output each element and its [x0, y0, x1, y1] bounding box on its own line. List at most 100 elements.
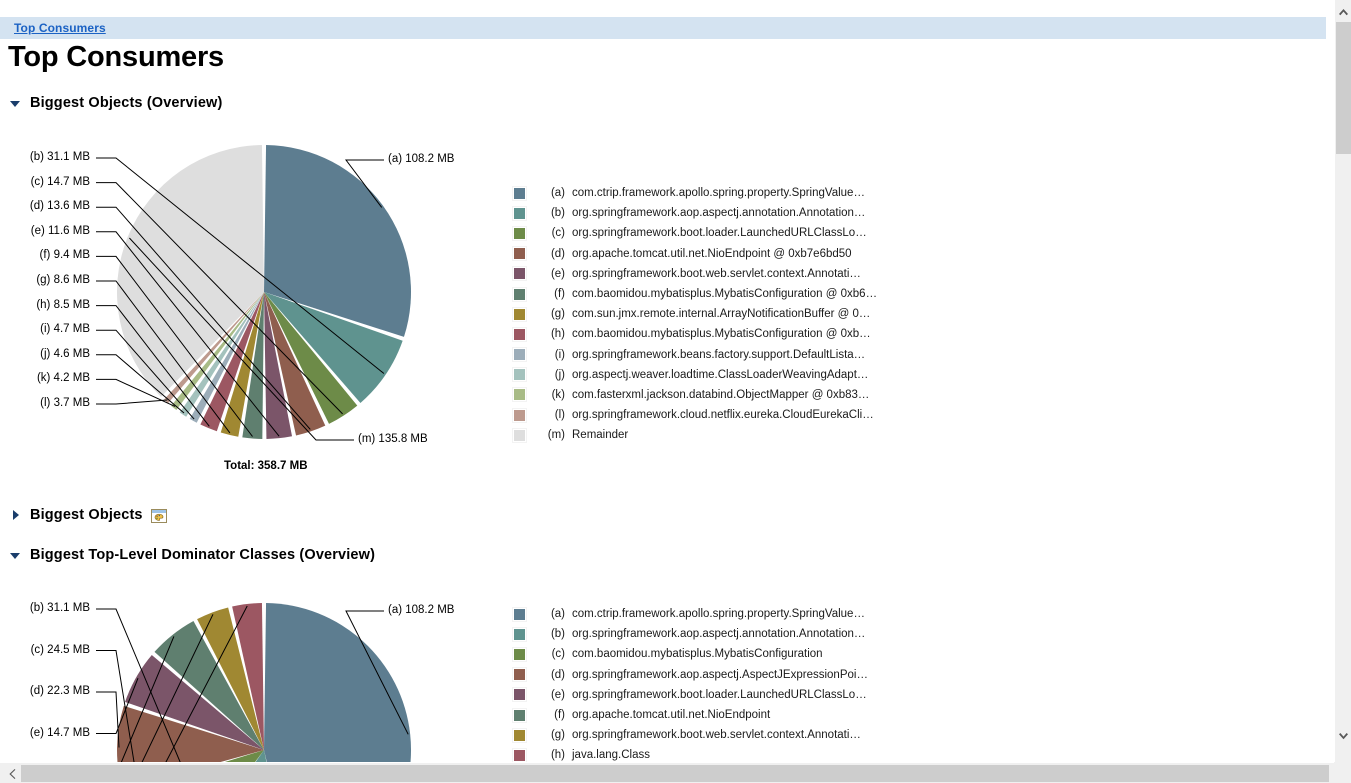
legend-key: (e) — [550, 267, 565, 280]
legend-item[interactable]: (c) org.springframework.boot.loader.Launc… — [512, 223, 877, 243]
legend-color-swatch — [512, 246, 527, 262]
legend-label: org.apache.tomcat.util.net.NioEndpoint @… — [572, 247, 852, 260]
legend-item[interactable]: (f) com.baomidou.mybatisplus.MybatisConfi… — [512, 284, 877, 304]
legend-label: com.sun.jmx.remote.internal.ArrayNotific… — [572, 308, 871, 321]
legend-item[interactable]: (i) org.springframework.beans.factory.sup… — [512, 345, 877, 365]
chevron-down-icon[interactable] — [8, 548, 22, 562]
breadcrumb-link-top-consumers[interactable]: Top Consumers — [14, 21, 106, 35]
section-header-biggest-top-level-dominator-classes-overview[interactable]: Biggest Top-Level Dominator Classes (Ove… — [8, 547, 375, 563]
legend-key: (k) — [551, 388, 565, 401]
legend-key: (g) — [550, 308, 565, 321]
legend-item[interactable]: (g) com.sun.jmx.remote.internal.ArrayNoti… — [512, 304, 877, 324]
legend-label: org.aspectj.weaver.loadtime.ClassLoaderW… — [572, 368, 869, 381]
legend-key: (c) — [551, 648, 565, 661]
legend-color-swatch — [512, 727, 527, 743]
legend-label: org.springframework.boot.web.servlet.con… — [572, 729, 861, 742]
legend-item[interactable]: (d) org.springframework.aop.aspectj.Aspec… — [512, 665, 868, 685]
legend-item[interactable]: (e) org.springframework.boot.loader.Launc… — [512, 685, 868, 705]
chevron-down-icon[interactable] — [1335, 727, 1351, 744]
report-viewport: Top Consumers Top Consumers Biggest Obje… — [0, 0, 1334, 762]
legend-key: (i) — [554, 348, 565, 361]
legend-label: org.springframework.beans.factory.suppor… — [572, 348, 866, 361]
pie-slice-callout: (k) 4.2 MB — [36, 372, 90, 385]
section-header-biggest-objects-overview[interactable]: Biggest Objects (Overview) — [8, 95, 222, 111]
palette-window-icon[interactable] — [150, 509, 167, 523]
legend-item[interactable]: (m) Remainder — [512, 425, 877, 445]
legend-item[interactable]: (b) org.springframework.aop.aspectj.annot… — [512, 203, 877, 223]
legend-color-swatch — [512, 606, 527, 622]
legend-item[interactable]: (l) org.springframework.cloud.netflix.eur… — [512, 405, 877, 425]
legend-key: (d) — [550, 247, 565, 260]
legend-key: (f) — [554, 288, 565, 301]
legend-color-swatch — [512, 367, 527, 383]
horizontal-scrollbar-thumb[interactable] — [21, 765, 1329, 782]
legend-key: (g) — [550, 729, 565, 742]
pie-slice-callout: (d) 22.3 MB — [29, 685, 90, 697]
legend-label: org.apache.tomcat.util.net.NioEndpoint — [572, 709, 771, 722]
pie-slice[interactable] — [116, 145, 265, 397]
legend-key: (h) — [550, 328, 565, 341]
legend-label: org.springframework.aop.aspectj.annotati… — [572, 628, 866, 641]
horizontal-scrollbar[interactable] — [0, 762, 1351, 783]
legend-item[interactable]: (b) org.springframework.aop.aspectj.annot… — [512, 624, 868, 644]
pie-slice-callout: (c) 24.5 MB — [30, 643, 90, 656]
legend-item[interactable]: (a) com.ctrip.framework.apollo.spring.pro… — [512, 604, 868, 624]
legend-label: org.springframework.cloud.netflix.eureka… — [572, 409, 874, 422]
legend-color-swatch — [512, 266, 527, 282]
legend-item[interactable]: (e) org.springframework.boot.web.servlet.… — [512, 264, 877, 284]
legend-label: com.baomidou.mybatisplus.MybatisConfigur… — [572, 328, 871, 341]
legend-item[interactable]: (f) org.apache.tomcat.util.net.NioEndpoin… — [512, 705, 868, 725]
pie-slice-callout: (h) 8.5 MB — [36, 298, 90, 311]
section-title: Biggest Objects — [30, 507, 143, 523]
callout-leader-line — [96, 399, 168, 405]
legend-key: (b) — [550, 628, 565, 641]
scrollbar-corner — [1334, 762, 1351, 783]
section-title: Biggest Top-Level Dominator Classes (Ove… — [30, 547, 376, 563]
legend-color-swatch — [512, 667, 527, 683]
pie-chart-biggest-top-level-dominator-classes-overview: (a) 108.2 MB (b) 31.1 MB (c) 24.5 MB (d) 22… — [0, 580, 500, 762]
legend-item[interactable]: (h) java.lang.Class — [512, 745, 868, 762]
legend-label: org.springframework.boot.web.servlet.con… — [572, 267, 861, 280]
chevron-left-icon[interactable] — [2, 763, 21, 783]
legend-key: (l) — [554, 409, 565, 422]
legend-color-swatch — [512, 185, 527, 201]
legend-item[interactable]: (h) com.baomidou.mybatisplus.MybatisConfi… — [512, 324, 877, 344]
pie-slice[interactable] — [264, 603, 412, 762]
legend-key: (b) — [550, 207, 565, 220]
legend-item[interactable]: (d) org.apache.tomcat.util.net.NioEndpoin… — [512, 244, 877, 264]
chevron-right-icon[interactable] — [8, 508, 22, 522]
legend-item[interactable]: (c) com.baomidou.mybatisplus.MybatisConfi… — [512, 644, 868, 664]
legend-label: org.springframework.aop.aspectj.annotati… — [572, 207, 866, 220]
pie-slice-callout: (d) 13.6 MB — [29, 200, 90, 213]
pie-slice-callout: (e) 11.6 MB — [30, 224, 90, 237]
legend-color-swatch — [512, 205, 527, 221]
pie-total-label: Total: 358.7 MB — [224, 460, 308, 472]
chevron-up-icon[interactable] — [1335, 3, 1351, 20]
legend-key: (j) — [554, 368, 565, 381]
legend-key: (h) — [550, 749, 565, 762]
legend-color-swatch — [512, 407, 527, 423]
callout-leader-line — [96, 691, 120, 748]
legend-item[interactable]: (a) com.ctrip.framework.apollo.spring.pro… — [512, 183, 877, 203]
legend-color-swatch — [512, 286, 527, 302]
legend-color-swatch — [512, 306, 527, 322]
pie-slice-callout: (l) 3.7 MB — [40, 397, 90, 409]
chevron-down-icon[interactable] — [8, 96, 22, 110]
legend-item[interactable]: (k) com.fasterxml.jackson.databind.Object… — [512, 385, 877, 405]
legend-label: com.fasterxml.jackson.databind.ObjectMap… — [572, 388, 870, 401]
legend-biggest-top-level-dominator-classes-overview: (a) com.ctrip.framework.apollo.spring.pro… — [512, 604, 868, 762]
legend-color-swatch — [512, 387, 527, 403]
legend-key: (a) — [550, 187, 565, 200]
vertical-scrollbar[interactable] — [1334, 0, 1351, 762]
legend-item[interactable]: (j) org.aspectj.weaver.loadtime.ClassLoad… — [512, 365, 877, 385]
section-header-biggest-objects[interactable]: Biggest Objects — [8, 507, 167, 523]
legend-label: java.lang.Class — [572, 749, 650, 762]
vertical-scrollbar-thumb[interactable] — [1336, 22, 1351, 154]
pie-slice-callout: (j) 4.6 MB — [40, 347, 90, 360]
legend-item[interactable]: (g) org.springframework.boot.web.servlet.… — [512, 725, 868, 745]
pie-slice-callout: (a) 108.2 MB — [388, 153, 455, 165]
page-title: Top Consumers — [8, 41, 224, 73]
section-title: Biggest Objects (Overview) — [30, 95, 223, 111]
pie-slice-callout: (a) 108.2 MB — [388, 604, 455, 616]
legend-label: com.ctrip.framework.apollo.spring.proper… — [572, 187, 865, 200]
